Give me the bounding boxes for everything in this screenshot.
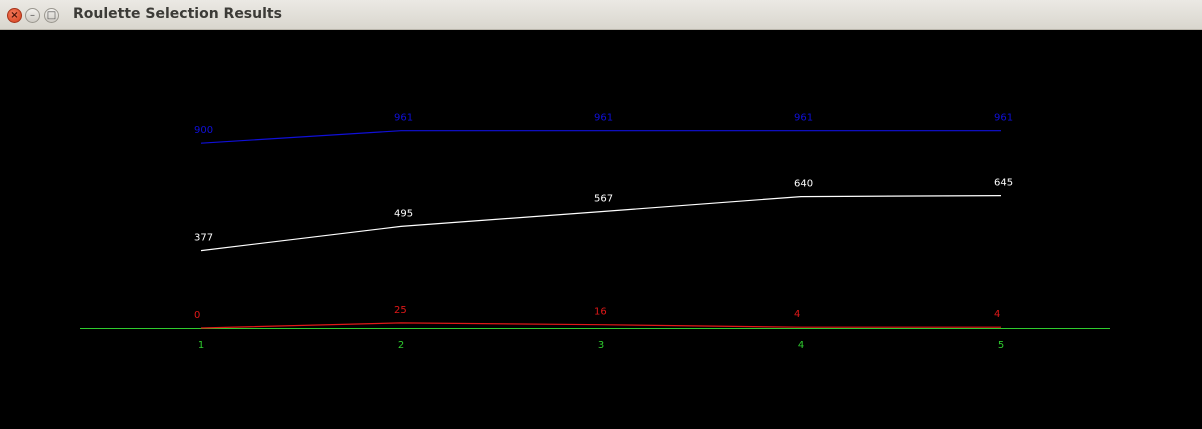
series-2-data-label: 645 xyxy=(994,178,1013,189)
series-3-data-label: 4 xyxy=(794,309,800,320)
series-3-data-label: 4 xyxy=(994,309,1000,320)
window-title: Roulette Selection Results xyxy=(73,6,282,22)
series-2-data-label: 567 xyxy=(594,194,613,205)
x-tick-label: 5 xyxy=(998,340,1004,351)
maximize-button[interactable]: □ xyxy=(44,8,59,23)
series-1-line xyxy=(200,130,1001,144)
x-tick-label: 2 xyxy=(398,340,404,351)
series-2-data-label: 495 xyxy=(394,208,413,219)
maximize-icon: □ xyxy=(46,9,57,21)
close-icon: × xyxy=(10,9,19,21)
minimize-icon: – xyxy=(30,9,35,21)
series-1-data-label: 961 xyxy=(594,113,613,124)
series-3-line xyxy=(200,322,1001,329)
minimize-button[interactable]: – xyxy=(25,8,40,23)
series-3-data-label: 25 xyxy=(394,305,407,316)
results-chart: 900 961 961 961 961 377 495 567 640 645 0 25 16 4 4 1 2 3… xyxy=(80,113,1110,351)
x-tick-label: 3 xyxy=(598,340,604,351)
x-tick-label: 4 xyxy=(798,340,804,351)
title-bar: × – □ Roulette Selection Results xyxy=(0,0,1202,30)
series-3-data-label: 16 xyxy=(594,307,607,318)
series-1-data-label: 961 xyxy=(994,113,1013,124)
x-tick-label: 1 xyxy=(198,340,204,351)
series-1-data-label: 961 xyxy=(394,113,413,124)
series-2-data-label: 377 xyxy=(194,233,213,244)
series-1-data-label: 961 xyxy=(794,113,813,124)
series-2-data-label: 640 xyxy=(794,179,813,190)
series-1-data-label: 900 xyxy=(194,125,213,136)
close-button[interactable]: × xyxy=(7,8,22,23)
series-3-data-label: 0 xyxy=(194,310,200,321)
